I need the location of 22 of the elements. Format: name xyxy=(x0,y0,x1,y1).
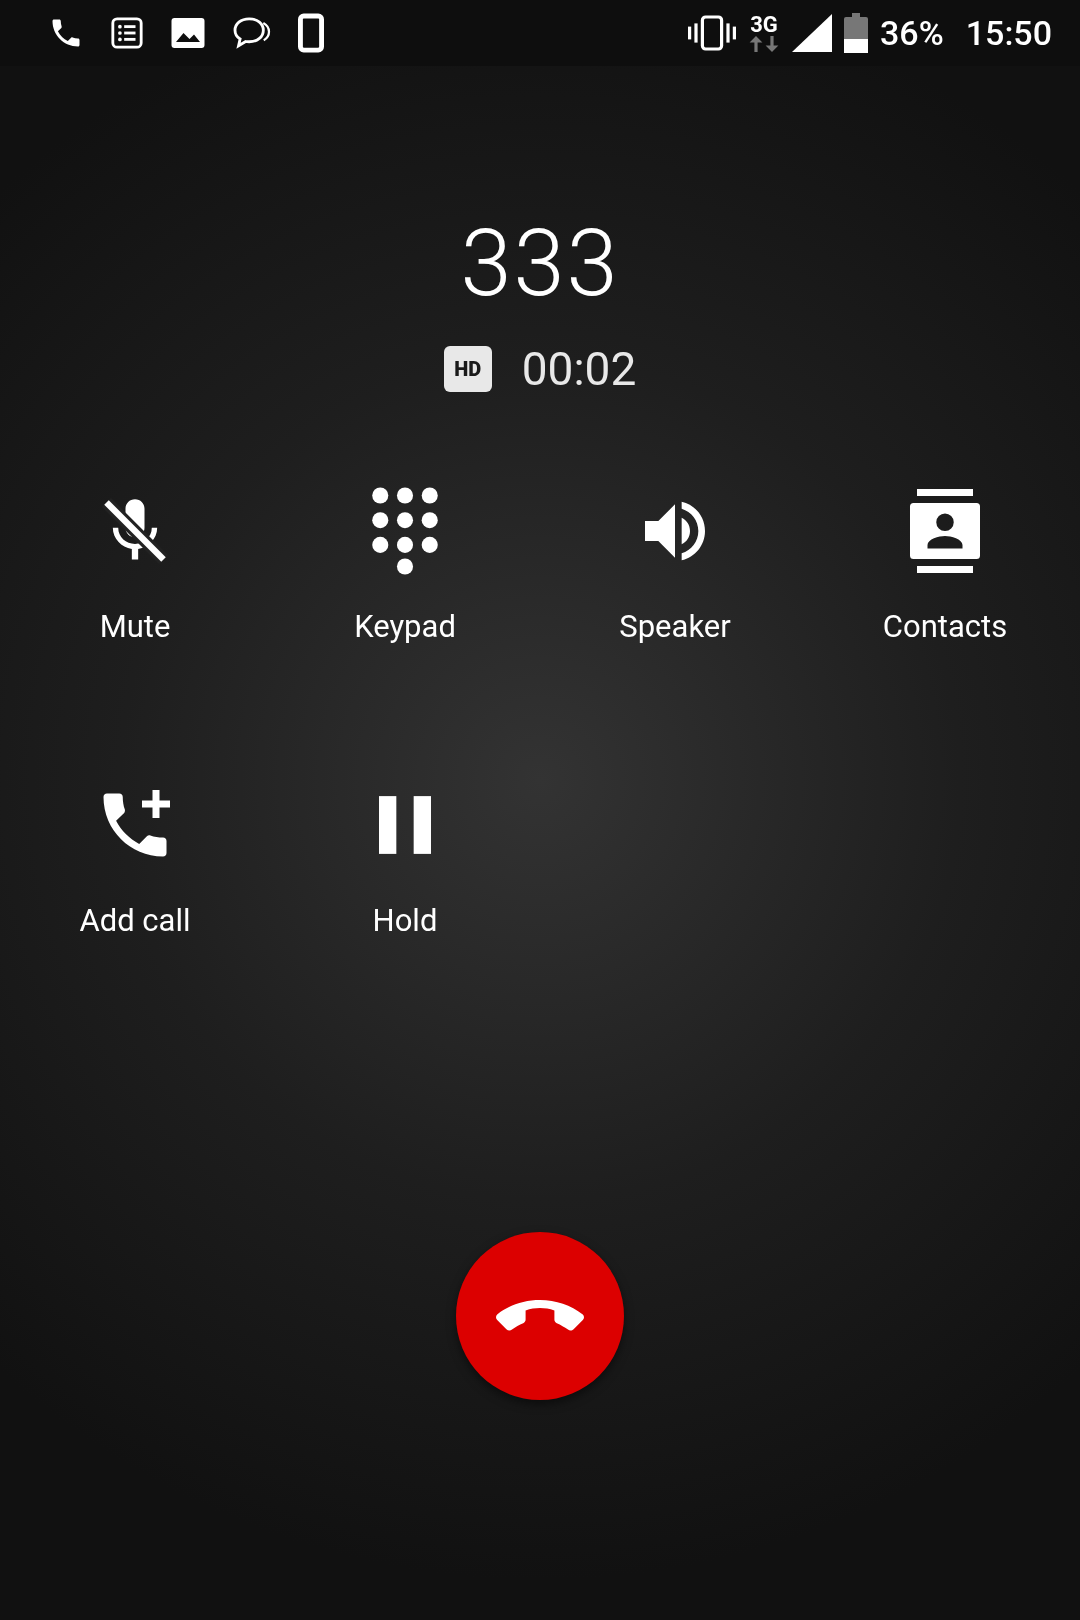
chat-icon xyxy=(232,16,272,50)
add-call-button[interactable]: Add call xyxy=(0,760,270,1054)
phone-number: 333 xyxy=(460,218,620,310)
keypad-button[interactable]: Keypad xyxy=(270,466,540,760)
pause-icon xyxy=(379,796,431,854)
contacts-button[interactable]: Contacts xyxy=(810,466,1080,760)
smartphone-icon xyxy=(298,13,324,53)
contact-card-icon xyxy=(909,489,981,573)
call-duration: 00:02 xyxy=(521,342,637,396)
network-type: 3G xyxy=(750,14,778,36)
signal-icon xyxy=(792,14,833,52)
hd-badge: HD xyxy=(443,346,492,392)
battery-percentage: 36% xyxy=(880,13,944,53)
mute-button[interactable]: Mute xyxy=(0,466,270,760)
list-icon xyxy=(110,16,144,50)
image-icon xyxy=(170,16,206,50)
vibrate-icon xyxy=(688,13,737,53)
hold-button[interactable]: Hold xyxy=(270,760,540,1054)
dialpad-icon xyxy=(371,486,439,576)
clock-time: 15:50 xyxy=(965,13,1052,53)
speaker-button[interactable]: Speaker xyxy=(540,466,810,760)
battery-icon xyxy=(844,13,869,53)
